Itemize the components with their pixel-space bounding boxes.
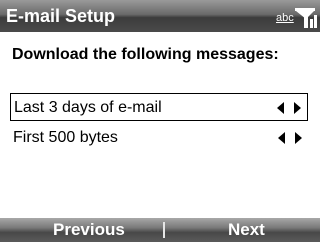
size-selector[interactable]: First 500 bytes xyxy=(10,124,308,152)
title-bar: E-mail Setup abc xyxy=(0,0,320,32)
size-selector-value: First 500 bytes xyxy=(13,129,118,146)
days-selector-value: Last 3 days of e-mail xyxy=(14,99,162,116)
days-selector[interactable]: Last 3 days of e-mail xyxy=(10,93,308,121)
previous-softkey[interactable]: Previous xyxy=(53,220,125,240)
softkey-bar: Previous Next xyxy=(0,218,320,242)
window-title: E-mail Setup xyxy=(6,6,116,26)
input-mode-indicator[interactable]: abc xyxy=(276,12,294,24)
left-right-arrows-icon xyxy=(278,132,302,144)
left-right-arrows-icon xyxy=(277,102,301,114)
next-softkey[interactable]: Next xyxy=(228,220,265,240)
softkey-divider xyxy=(163,222,165,238)
page-heading: Download the following messages: xyxy=(12,46,279,63)
signal-strength-icon xyxy=(295,8,317,28)
